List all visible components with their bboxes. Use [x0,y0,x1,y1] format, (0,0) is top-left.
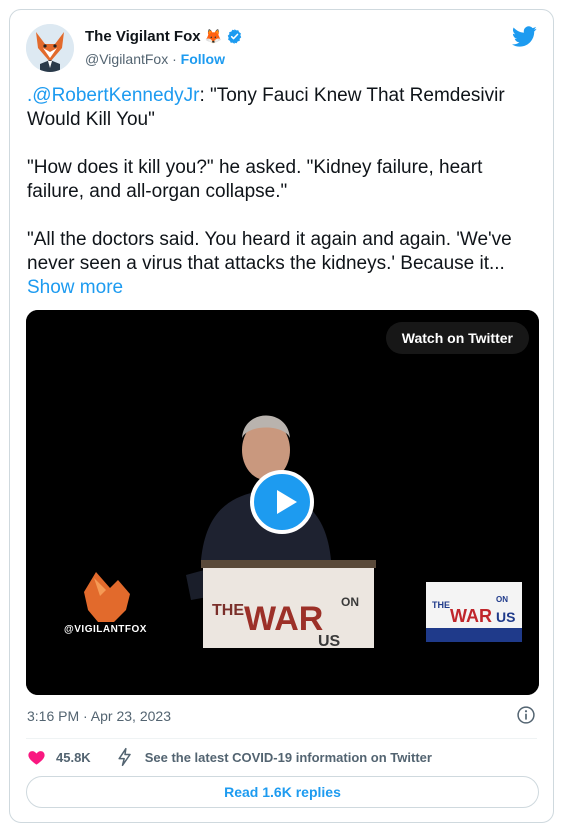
fox-avatar-icon [26,24,74,72]
heart-icon[interactable] [27,748,46,767]
play-button[interactable] [250,470,314,534]
podium-text-war: WAR [244,600,323,638]
watermark-text: @VIGILANTFOX [64,624,147,635]
info-icon[interactable] [516,705,536,725]
watch-on-twitter-button[interactable]: Watch on Twitter [385,322,529,354]
show-more-link[interactable]: Show more [27,277,123,298]
twitter-bird-icon[interactable] [512,24,537,49]
read-replies-button[interactable]: Read 1.6K replies [26,776,539,808]
sign-text-us: US [496,609,515,625]
covid-info-link[interactable]: See the latest COVID-19 information on T… [145,750,432,765]
tweet-text: .@RobertKennedyJr: "Tony Fauci Knew That… [27,84,532,324]
author-name-row: The Vigilant Fox 🦊 [85,28,243,45]
tweet-paragraph-1: .@RobertKennedyJr: "Tony Fauci Knew That… [27,84,532,132]
podium-text-the: THE [212,602,244,619]
author-handle-row: @VigilantFox · Follow [85,51,225,67]
video-player[interactable]: THE WAR ON US THE WAR ON US Watch on Twi… [26,310,539,695]
tweet-paragraph-2: "How does it kill you?" he asked. "Kidne… [27,157,483,202]
action-row: 45.8K See the latest COVID-19 informatio… [27,745,432,769]
follow-button[interactable]: Follow [181,51,225,67]
avatar[interactable] [26,24,74,72]
tweet-paragraph-3: "All the doctors said. You heard it agai… [27,228,532,300]
sign-text-the: THE [432,600,450,610]
fox-emoji-icon: 🦊 [204,28,223,44]
sign-text-war: WAR [450,606,492,626]
like-count[interactable]: 45.8K [56,750,91,765]
handle-separator: · [168,51,181,67]
tweet-card[interactable]: The Vigilant Fox 🦊 @VigilantFox · Follow… [9,9,554,823]
sign-text-on: ON [496,595,508,604]
tweet-timestamp[interactable]: 3:16 PM · Apr 23, 2023 [27,708,171,724]
lightning-bolt-icon [118,747,131,767]
author-handle[interactable]: @VigilantFox [85,51,168,67]
divider [26,738,537,739]
podium-text-us: US [318,633,341,650]
verified-badge-icon [227,29,242,44]
author-name[interactable]: The Vigilant Fox [85,28,201,45]
podium-text-on: ON [341,595,359,609]
tweet-paragraph-3-text: "All the doctors said. You heard it agai… [27,229,512,274]
mention-link[interactable]: .@RobertKennedyJr [27,85,199,106]
